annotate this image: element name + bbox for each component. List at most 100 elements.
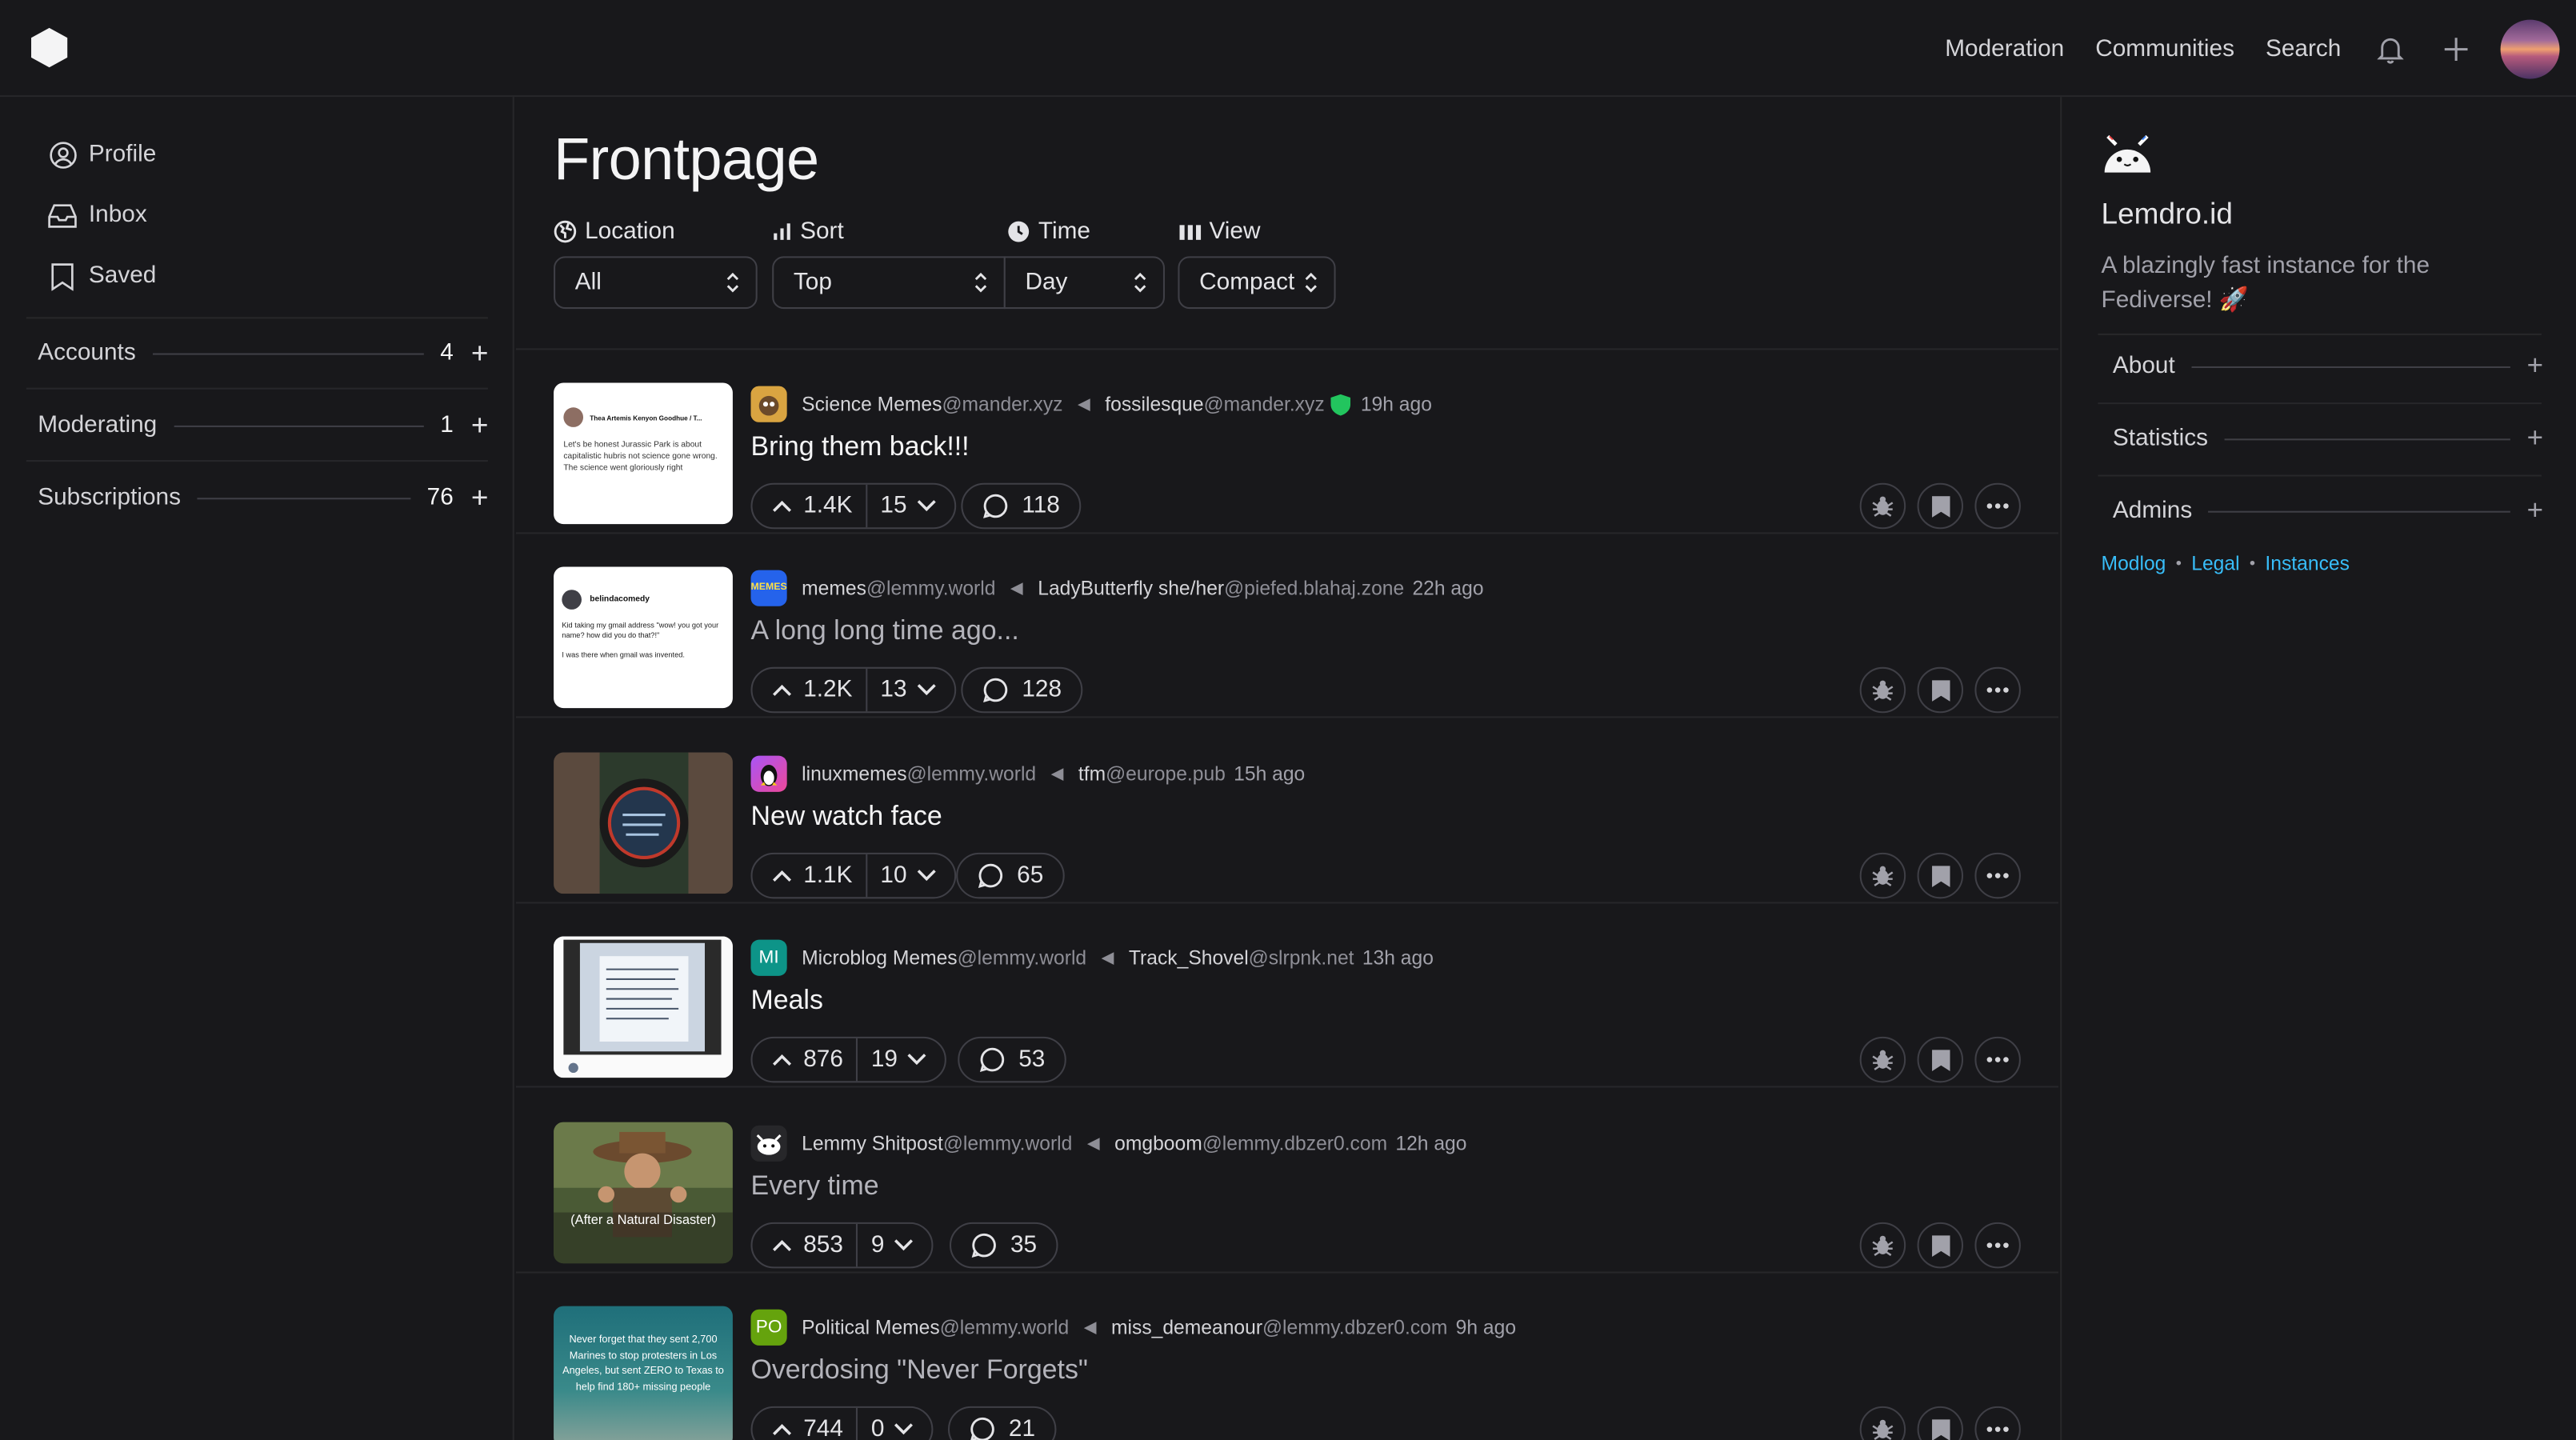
comments-button[interactable]: 53 (958, 1036, 1067, 1083)
sidebar-group-subscriptions[interactable]: Subscriptions 76 + (38, 480, 490, 516)
post-thumbnail[interactable]: Thea Artemis Kenyon Goodhue / T... Let's… (554, 382, 733, 525)
community-initials-icon[interactable]: MI (750, 939, 787, 976)
nav-search[interactable]: Search (2266, 36, 2341, 62)
more-options-icon[interactable] (1974, 1222, 2021, 1269)
sidebar-item-saved[interactable]: Saved (48, 262, 157, 291)
more-options-icon[interactable] (1974, 852, 2021, 899)
post-title[interactable]: A long long time ago... (750, 616, 1018, 647)
upvote-button[interactable]: 1.1K (753, 854, 867, 898)
save-bookmark-icon[interactable] (1917, 1406, 1964, 1440)
community-linux-tux-icon[interactable] (750, 755, 787, 792)
save-bookmark-icon[interactable] (1917, 852, 1964, 899)
community-name[interactable]: Political Memes (802, 1316, 940, 1339)
author-name[interactable]: tfm (1078, 762, 1106, 786)
expand-plus-icon[interactable]: + (470, 410, 490, 440)
more-options-icon[interactable] (1974, 482, 2021, 530)
community-name[interactable]: memes (802, 577, 866, 600)
upvote-button[interactable]: 1.4K (753, 484, 867, 528)
sidebar-group-moderating[interactable]: Moderating 1 + (38, 407, 490, 443)
footer-link-legal[interactable]: Legal (2191, 552, 2239, 575)
upvote-button[interactable]: 876 (753, 1038, 858, 1082)
save-bookmark-icon[interactable] (1917, 666, 1964, 714)
more-options-icon[interactable] (1974, 666, 2021, 714)
author-name[interactable]: Track_Shovel (1129, 946, 1249, 970)
save-bookmark-icon[interactable] (1917, 482, 1964, 530)
author-name[interactable]: fossilesque (1105, 393, 1203, 416)
post-title[interactable]: New watch face (750, 802, 942, 833)
post-thumbnail[interactable] (554, 752, 733, 894)
upvote-button[interactable]: 853 (753, 1223, 858, 1267)
footer-link-instances[interactable]: Instances (2265, 552, 2350, 575)
community-initials-icon[interactable]: PO (750, 1309, 787, 1346)
thumb-caption: Never forget that they sent 2,700 Marine… (562, 1334, 724, 1393)
time-select[interactable]: Day (1003, 256, 1166, 310)
comments-button[interactable]: 128 (961, 666, 1083, 714)
post-title[interactable]: Overdosing "Never Forgets" (750, 1355, 1087, 1386)
site-logo[interactable] (30, 26, 69, 69)
save-bookmark-icon[interactable] (1917, 1036, 1964, 1083)
crosspost-bug-icon[interactable] (1859, 482, 1906, 530)
crosspost-bug-icon[interactable] (1859, 1222, 1906, 1269)
sidebar-item-profile[interactable]: Profile (48, 140, 157, 170)
sidebar-item-inbox[interactable]: Inbox (48, 201, 147, 230)
community-memes-icon[interactable]: MEMES (750, 570, 787, 606)
view-select[interactable]: Compact (1178, 256, 1336, 310)
comments-button[interactable]: 35 (949, 1222, 1058, 1269)
downvote-button[interactable]: 13 (867, 669, 954, 711)
comments-button[interactable]: 65 (956, 852, 1066, 899)
save-bookmark-icon[interactable] (1917, 1222, 1964, 1269)
footer-link-modlog[interactable]: Modlog (2102, 552, 2166, 575)
community-name[interactable]: Microblog Memes (802, 946, 957, 970)
nav-communities[interactable]: Communities (2095, 36, 2234, 62)
sidebar-section-about[interactable]: About + (2113, 348, 2543, 384)
sidebar-section-statistics[interactable]: Statistics + (2113, 421, 2543, 457)
user-avatar[interactable] (2500, 19, 2560, 79)
more-options-icon[interactable] (1974, 1406, 2021, 1440)
post-title[interactable]: Every time (750, 1171, 878, 1202)
author-name[interactable]: miss_demeanour (1111, 1316, 1262, 1339)
downvote-button[interactable]: 9 (858, 1224, 932, 1266)
post-thumbnail[interactable] (554, 936, 733, 1078)
expand-plus-icon[interactable]: + (2527, 494, 2543, 527)
crosspost-bug-icon[interactable] (1859, 1406, 1906, 1440)
nav-moderation[interactable]: Moderation (1945, 36, 2064, 62)
community-name[interactable]: Science Memes (802, 393, 942, 416)
downvote-button[interactable]: 0 (858, 1408, 932, 1440)
location-select[interactable]: All (554, 256, 758, 310)
crosspost-bug-icon[interactable] (1859, 1036, 1906, 1083)
expand-plus-icon[interactable]: + (2527, 422, 2543, 455)
expand-plus-icon[interactable]: + (470, 338, 490, 368)
author-name[interactable]: omgboom (1114, 1132, 1202, 1155)
post-thumbnail[interactable]: (After a Natural Disaster) (554, 1122, 733, 1264)
community-name[interactable]: Lemmy Shitpost (802, 1132, 943, 1155)
post-thumbnail[interactable]: belindacomedy Kid taking my gmail addres… (554, 566, 733, 709)
upvote-button[interactable]: 744 (753, 1407, 858, 1440)
post-thumbnail[interactable]: Never forget that they sent 2,700 Marine… (554, 1306, 733, 1440)
author-name[interactable]: LadyButterfly she/her (1038, 577, 1224, 600)
sidebar-group-accounts[interactable]: Accounts 4 + (38, 335, 490, 371)
plus-icon[interactable] (2440, 33, 2473, 66)
score: 744 (803, 1416, 843, 1440)
expand-plus-icon[interactable]: + (2527, 350, 2543, 382)
sidebar-section-admins[interactable]: Admins + (2113, 493, 2543, 529)
crosspost-bug-icon[interactable] (1859, 852, 1906, 899)
post-title[interactable]: Bring them back!!! (750, 432, 969, 463)
downvote-button[interactable]: 10 (867, 854, 954, 897)
expand-plus-icon[interactable]: + (470, 483, 490, 513)
divider-line (2208, 510, 2511, 512)
community-name[interactable]: linuxmemes (802, 762, 906, 786)
community-shitpost-icon[interactable] (750, 1125, 787, 1162)
more-options-icon[interactable] (1974, 1036, 2021, 1083)
sort-select[interactable]: Top (772, 256, 1006, 310)
comments-button[interactable]: 118 (961, 482, 1082, 530)
thumb-text: Kid taking my gmail address "wow! you go… (562, 621, 719, 639)
post-title[interactable]: Meals (750, 986, 822, 1017)
crosspost-bug-icon[interactable] (1859, 666, 1906, 714)
comments-button[interactable]: 21 (947, 1406, 1057, 1440)
arrow-down-icon (894, 1422, 914, 1435)
bell-icon[interactable] (2374, 33, 2406, 66)
upvote-button[interactable]: 1.2K (753, 668, 867, 712)
downvote-button[interactable]: 19 (858, 1038, 945, 1081)
community-science-icon[interactable] (750, 386, 787, 422)
downvote-button[interactable]: 15 (867, 485, 954, 527)
